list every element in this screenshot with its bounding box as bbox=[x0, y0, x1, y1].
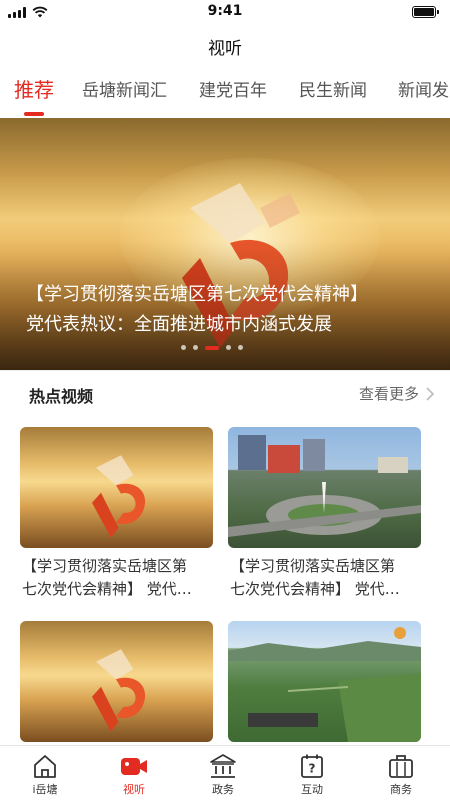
party-emblem-image bbox=[92, 455, 146, 538]
briefcase-icon bbox=[389, 755, 413, 778]
tab-livelihood-news[interactable]: 民生新闻 bbox=[299, 76, 367, 101]
tab-recommend[interactable]: 推荐 bbox=[14, 76, 54, 103]
nav-interaction[interactable]: ? 互动 bbox=[277, 753, 347, 797]
tab-yuetang-news[interactable]: 岳塘新闻汇 bbox=[82, 76, 167, 101]
video-thumbnail[interactable] bbox=[228, 621, 421, 742]
category-tabs: 推荐 岳塘新闻汇 建党百年 民生新闻 新闻发 bbox=[0, 76, 450, 116]
video-card[interactable]: 【学习贯彻落实岳塘区第 七次党代会精神】 党代… bbox=[228, 427, 421, 601]
video-title-line1: 【学习贯彻落实岳塘区第 bbox=[22, 557, 188, 575]
carousel-dot[interactable] bbox=[238, 345, 243, 350]
video-thumbnail[interactable] bbox=[228, 427, 421, 548]
banner-caption-line1: 【学习贯彻落实岳塘区第七次党代会精神】 bbox=[26, 284, 368, 305]
tab-press-release[interactable]: 新闻发 bbox=[398, 76, 449, 101]
nav-business[interactable]: 商务 bbox=[366, 753, 436, 797]
status-bar: 9:41 bbox=[0, 0, 450, 24]
see-more-button[interactable]: 查看更多 bbox=[359, 383, 435, 404]
nav-home[interactable]: i岳塘 bbox=[10, 753, 80, 797]
carousel-dots bbox=[181, 345, 243, 350]
bottom-navigation: i岳塘 视听 政务 ? 互动 商务 bbox=[0, 745, 450, 800]
video-thumbnail[interactable] bbox=[20, 427, 213, 548]
video-camera-icon bbox=[121, 758, 147, 775]
carousel-dot[interactable] bbox=[193, 345, 198, 350]
carousel-dot[interactable] bbox=[226, 345, 231, 350]
video-title-line1: 【学习贯彻落实岳塘区第 bbox=[230, 557, 396, 575]
featured-banner[interactable]: 【学习贯彻落实岳塘区第七次党代会精神】 党代表热议：全面推进城市内涵式发展 bbox=[0, 118, 450, 370]
home-icon bbox=[34, 755, 56, 778]
see-more-label: 查看更多 bbox=[358, 385, 419, 403]
green-farmland-image bbox=[228, 627, 421, 742]
video-card[interactable] bbox=[20, 621, 213, 742]
nav-business-label: 商务 bbox=[390, 783, 412, 796]
carousel-dot[interactable] bbox=[181, 345, 186, 350]
page-title: 视听 bbox=[208, 39, 242, 59]
svg-text:?: ? bbox=[309, 762, 316, 776]
interaction-question-icon: ? bbox=[301, 754, 323, 778]
banner-caption: 【学习贯彻落实岳塘区第七次党代会精神】 党代表热议：全面推进城市内涵式发展 bbox=[26, 280, 436, 340]
chevron-right-icon bbox=[426, 386, 435, 401]
video-title-line2: 七次党代会精神】 党代… bbox=[230, 580, 400, 598]
banner-caption-line2: 党代表热议：全面推进城市内涵式发展 bbox=[26, 314, 332, 335]
active-tab-indicator bbox=[24, 112, 44, 116]
status-time: 9:41 bbox=[207, 3, 243, 19]
party-emblem-image bbox=[92, 649, 146, 732]
nav-government[interactable]: 政务 bbox=[188, 753, 258, 797]
video-card[interactable]: 【学习贯彻落实岳塘区第 七次党代会精神】 党代… bbox=[20, 427, 213, 601]
video-card[interactable] bbox=[228, 621, 421, 742]
nav-home-label: i岳塘 bbox=[32, 783, 58, 796]
video-thumbnail[interactable] bbox=[20, 621, 213, 742]
nav-video[interactable]: 视听 bbox=[99, 753, 169, 797]
nav-video-label: 视听 bbox=[123, 783, 145, 796]
hot-videos-header: 热点视频 查看更多 bbox=[0, 370, 450, 414]
section-title: 热点视频 bbox=[29, 387, 94, 406]
nav-interaction-label: 互动 bbox=[301, 783, 323, 796]
city-roundabout-image bbox=[228, 435, 421, 537]
video-title-line2: 七次党代会精神】 党代… bbox=[22, 580, 192, 598]
battery-icon bbox=[412, 6, 439, 18]
video-title[interactable]: 【学习贯彻落实岳塘区第 七次党代会精神】 党代… bbox=[228, 555, 421, 601]
nav-government-label: 政务 bbox=[212, 783, 234, 796]
government-building-icon bbox=[210, 754, 236, 778]
carousel-dot-active[interactable] bbox=[205, 345, 219, 350]
tab-party-centennial[interactable]: 建党百年 bbox=[199, 76, 267, 101]
video-title[interactable]: 【学习贯彻落实岳塘区第 七次党代会精神】 党代… bbox=[20, 555, 213, 601]
